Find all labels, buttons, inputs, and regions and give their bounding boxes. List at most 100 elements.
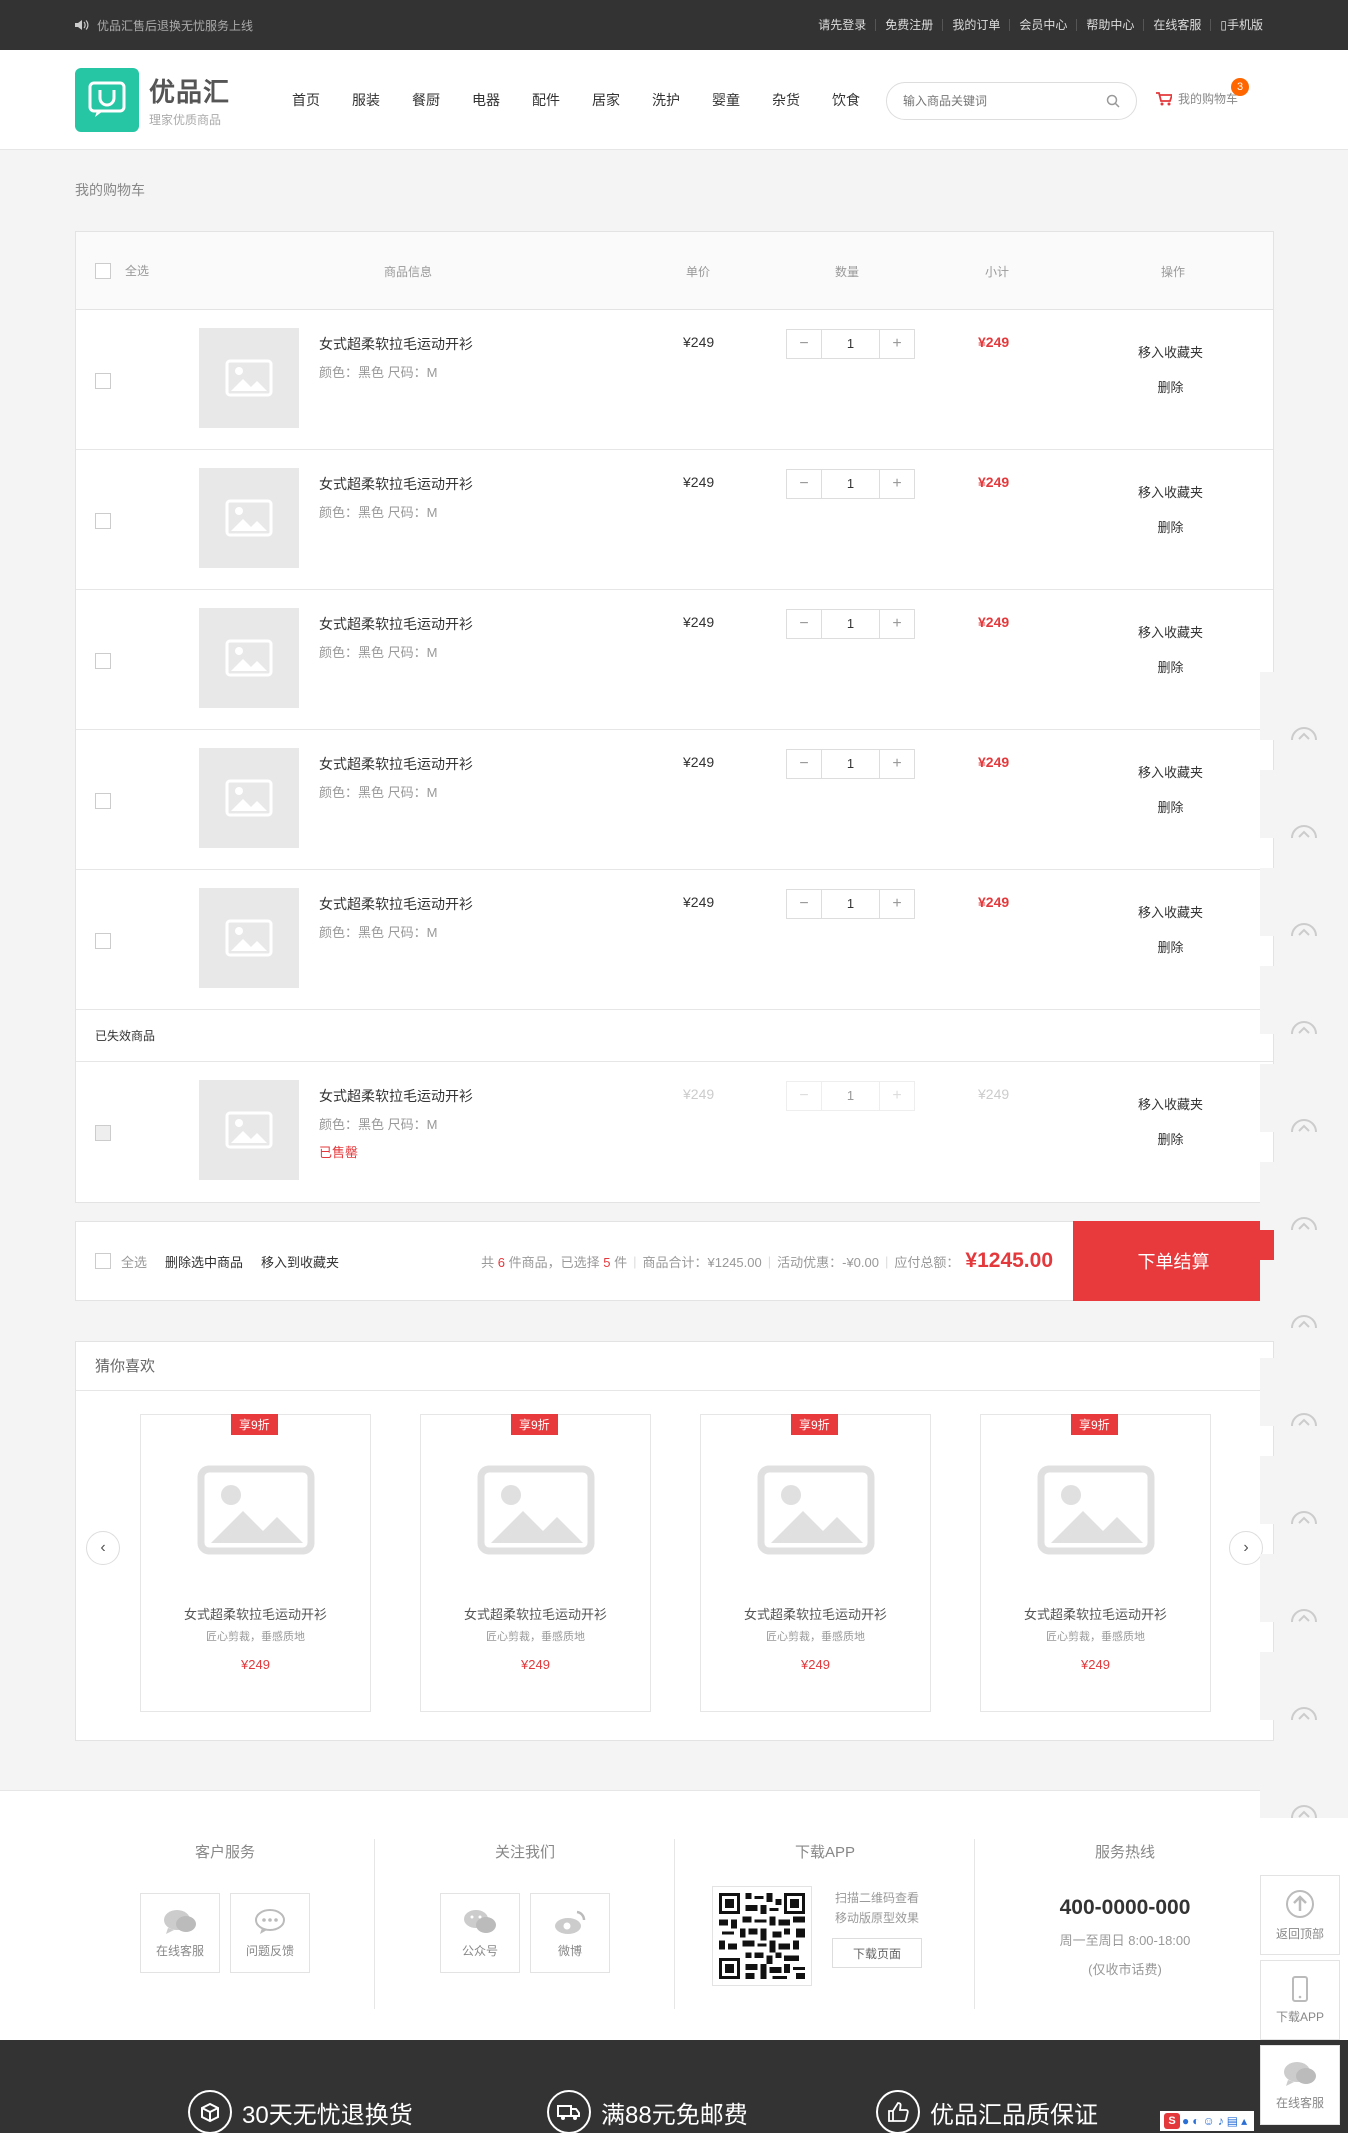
logo[interactable]: 优品汇 理家优质商品 [75,67,230,132]
my-orders-link[interactable]: 我的订单 [942,19,1009,31]
product-name[interactable]: 女式超柔软拉毛运动开衫 [319,614,473,634]
move-to-favorites-link[interactable]: 移入收藏夹 [1138,475,1203,510]
move-to-favorites-bulk-link[interactable]: 移入到收藏夹 [261,1252,339,1271]
online-service-button[interactable]: 在线客服 [140,1893,220,1973]
order-summary: 共 6 件商品，已选择 5 件 | 商品合计：¥1245.00 | 活动优惠：-… [481,1249,1053,1272]
product-image[interactable] [199,608,299,708]
nav-item-accessories[interactable]: 配件 [516,90,576,110]
nav-item-home[interactable]: 首页 [276,90,336,110]
product-name[interactable]: 女式超柔软拉毛运动开衫 [319,334,473,354]
mobile-link[interactable]: ▯手机版 [1210,19,1272,31]
member-center-link[interactable]: 会员中心 [1009,19,1076,31]
minus-icon[interactable]: − [787,750,821,778]
row-checkbox[interactable] [95,933,111,949]
minus-icon[interactable]: − [787,890,821,918]
arrow-up-icon [1291,727,1317,740]
help-center-link[interactable]: 帮助中心 [1076,19,1143,31]
nav-item-care[interactable]: 洗护 [636,90,696,110]
feedback-icon [255,1908,285,1934]
side-scroll-artifact [1260,1652,1348,1720]
unit-price: ¥249 [683,474,715,490]
move-to-favorites-link[interactable]: 移入收藏夹 [1138,615,1203,650]
arrow-up-icon [1291,1805,1317,1818]
product-image[interactable] [199,888,299,988]
row-checkbox[interactable] [95,793,111,809]
nav-item-kitchen[interactable]: 餐厨 [396,90,456,110]
checkout-button[interactable]: 下单结算 [1073,1221,1274,1301]
side-online-service-button[interactable]: 在线客服 [1260,2045,1340,2125]
move-to-favorites-link[interactable]: 移入收藏夹 [1138,335,1203,370]
row-checkbox[interactable] [95,653,111,669]
product-name[interactable]: 女式超柔软拉毛运动开衫 [319,474,473,494]
feedback-button[interactable]: 问题反馈 [230,1893,310,1973]
recommend-section: 猜你喜欢 ‹ › 享9折 女式超柔软拉毛运动开衫 匠心剪裁，垂感质地 ¥249 … [75,1341,1274,1741]
plus-icon[interactable]: + [880,890,914,918]
quantity-stepper: − 1 + [786,1081,915,1111]
recommend-item[interactable]: 享9折 女式超柔软拉毛运动开衫 匠心剪裁，垂感质地 ¥249 [140,1414,371,1712]
delete-link[interactable]: 删除 [1138,650,1203,685]
cart-link[interactable]: 我的购物车 3 [1156,78,1249,107]
recommend-item[interactable]: 享9折 女式超柔软拉毛运动开衫 匠心剪裁，垂感质地 ¥249 [700,1414,931,1712]
plus-icon[interactable]: + [880,330,914,358]
quantity-value[interactable]: 1 [821,330,880,358]
product-name[interactable]: 女式超柔软拉毛运动开衫 [319,754,473,774]
quantity-value[interactable]: 1 [821,470,880,498]
product-name[interactable]: 女式超柔软拉毛运动开衫 [319,894,473,914]
product-name[interactable]: 女式超柔软拉毛运动开衫 [319,1086,473,1106]
search-icon[interactable] [1106,94,1120,108]
delete-selected-link[interactable]: 删除选中商品 [165,1252,243,1271]
minus-icon[interactable]: − [787,470,821,498]
nav-item-clothing[interactable]: 服装 [336,90,396,110]
app-download-button[interactable]: 下载页面 [832,1938,922,1968]
product-image[interactable] [199,748,299,848]
page-title: 我的购物车 [75,182,145,198]
carousel-prev-button[interactable]: ‹ [86,1531,120,1565]
weibo-button[interactable]: 微博 [530,1893,610,1973]
search-input[interactable] [903,94,1093,108]
product-image[interactable] [199,1080,299,1180]
recommend-item[interactable]: 享9折 女式超柔软拉毛运动开衫 匠心剪裁，垂感质地 ¥249 [980,1414,1211,1712]
login-link[interactable]: 请先登录 [809,19,875,31]
subtotal: ¥249 [978,334,1010,350]
carousel-next-button[interactable]: › [1229,1531,1263,1565]
back-to-top-button[interactable]: 返回顶部 [1260,1875,1340,1955]
side-download-app-button[interactable]: 下载APP [1260,1960,1340,2040]
recommend-item[interactable]: 享9折 女式超柔软拉毛运动开衫 匠心剪裁，垂感质地 ¥249 [420,1414,651,1712]
nav-item-appliances[interactable]: 电器 [456,90,516,110]
wechat-button[interactable]: 公众号 [440,1893,520,1973]
online-service-link[interactable]: 在线客服 [1143,19,1210,31]
product-image[interactable] [199,328,299,428]
select-all-checkbox-bottom[interactable] [95,1253,111,1269]
select-all-bottom[interactable]: 全选 [95,1252,147,1271]
row-checkbox[interactable] [95,373,111,389]
select-all-top[interactable]: 全选 [95,262,149,279]
product-image[interactable] [199,468,299,568]
delete-link[interactable]: 删除 [1138,1122,1203,1157]
nav-item-baby[interactable]: 婴童 [696,90,756,110]
recommend-name: 女式超柔软拉毛运动开衫 [463,1607,607,1622]
plus-icon[interactable]: + [880,470,914,498]
move-to-favorites-link[interactable]: 移入收藏夹 [1138,895,1203,930]
delete-link[interactable]: 删除 [1138,930,1203,965]
plus-icon[interactable]: + [880,610,914,638]
delete-link[interactable]: 删除 [1138,510,1203,545]
delete-link[interactable]: 删除 [1138,790,1203,825]
quantity-value: 1 [821,1082,880,1110]
side-scroll-artifact [1260,1064,1348,1132]
minus-icon[interactable]: − [787,330,821,358]
row-checkbox[interactable] [95,513,111,529]
quantity-value[interactable]: 1 [821,890,880,918]
nav-item-food[interactable]: 饮食 [816,90,876,110]
move-to-favorites-link[interactable]: 移入收藏夹 [1138,1087,1203,1122]
side-scroll-artifact [1260,1162,1348,1230]
quantity-value[interactable]: 1 [821,750,880,778]
select-all-checkbox[interactable] [95,262,111,279]
move-to-favorites-link[interactable]: 移入收藏夹 [1138,755,1203,790]
delete-link[interactable]: 删除 [1138,370,1203,405]
minus-icon[interactable]: − [787,610,821,638]
register-link[interactable]: 免费注册 [875,19,942,31]
nav-item-home-living[interactable]: 居家 [576,90,636,110]
nav-item-groceries[interactable]: 杂货 [756,90,816,110]
quantity-value[interactable]: 1 [821,610,880,638]
plus-icon[interactable]: + [880,750,914,778]
